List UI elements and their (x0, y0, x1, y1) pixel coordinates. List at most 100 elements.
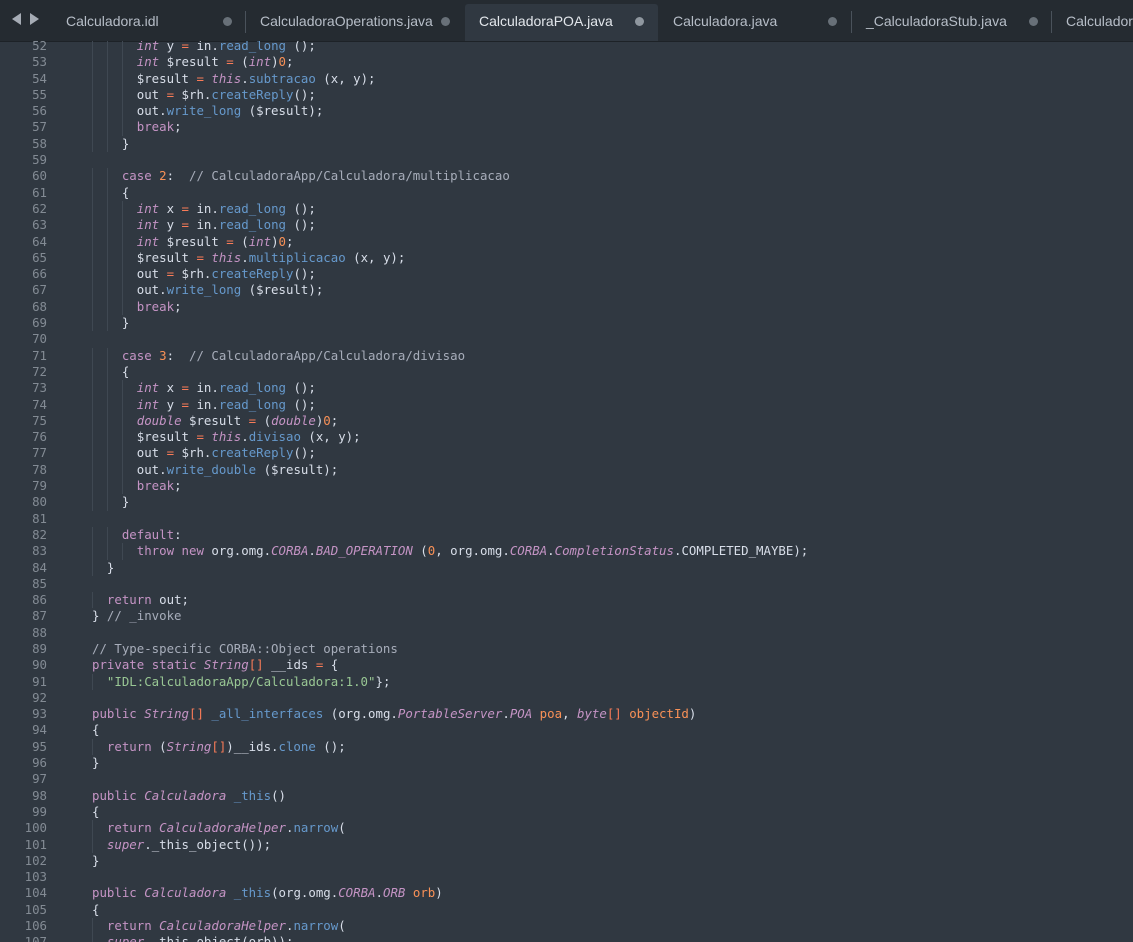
code-line[interactable]: 57 break; (0, 119, 1133, 136)
code-line[interactable]: 91 "IDL:CalculadoraApp/Calculadora:1.0"}… (0, 673, 1133, 690)
code-line[interactable]: 101 super._this_object()); (0, 836, 1133, 853)
line-number: 65 (32, 249, 47, 265)
code-line[interactable]: 88 (0, 625, 1133, 641)
code-line[interactable]: 56 out.write_long ($result); (0, 103, 1133, 120)
code-line[interactable]: 61 { (0, 184, 1133, 201)
tab-calculadora-java[interactable]: Calculadora.java (659, 4, 851, 41)
code-line[interactable]: 89 // Type-specific CORBA::Object operati… (0, 641, 1133, 657)
code-token: [] (211, 738, 227, 754)
code-line[interactable]: 83 throw new org.omg.CORBA.BAD_OPERATION… (0, 543, 1133, 560)
code-token: } (92, 315, 130, 331)
code-token: out (92, 445, 167, 461)
unsaved-dot-icon[interactable] (441, 17, 450, 26)
tab-calculadora-stub[interactable]: _CalculadoraStub.java (852, 4, 1050, 41)
line-content: break; (92, 478, 182, 494)
code-line[interactable]: 71 case 3: // CalculadoraApp/Calculadora… (0, 347, 1133, 364)
code-line[interactable]: 85 (0, 576, 1133, 592)
code-line[interactable]: 70 (0, 331, 1133, 347)
code-token: x (159, 200, 182, 216)
code-line[interactable]: 72 { (0, 363, 1133, 381)
code-line[interactable]: 52 int y = in.read_long (); (0, 41, 1133, 55)
back-arrow-icon[interactable] (12, 13, 21, 25)
code-line[interactable]: 103 (0, 869, 1133, 885)
code-token: y (159, 217, 182, 233)
code-line[interactable]: 74 int y = in.read_long (); (0, 396, 1133, 413)
code-token: , org.omg. (435, 543, 510, 559)
code-token: ._this_object()); (144, 836, 272, 852)
unsaved-dot-icon[interactable] (635, 17, 644, 26)
unsaved-dot-icon[interactable] (828, 17, 837, 26)
code-line[interactable]: 94 { (0, 722, 1133, 738)
code-line[interactable]: 67 out.write_long ($result); (0, 282, 1133, 299)
forward-arrow-icon[interactable] (30, 13, 39, 25)
code-line[interactable]: 105 { (0, 902, 1133, 918)
code-line[interactable]: 96} (0, 755, 1133, 771)
code-line[interactable]: 87} // _invoke (0, 608, 1133, 624)
code-line[interactable]: 75 double $result = (double)0; (0, 412, 1133, 430)
code-line[interactable]: 64 int $result = (int)0; (0, 233, 1133, 250)
code-token: read_long (218, 41, 286, 53)
code-line[interactable]: 54 $result = this.subtracao (x, y); (0, 70, 1133, 87)
code-token: in. (189, 200, 219, 216)
code-line[interactable]: 77 out = $rh.createReply(); (0, 445, 1133, 462)
code-line[interactable]: 66 out = $rh.createReply(); (0, 266, 1133, 283)
code-line[interactable]: 65 $result = this.multiplicacao (x, y); (0, 249, 1133, 267)
line-content: out = $rh.createReply(); (92, 266, 316, 282)
line-number: 86 (32, 592, 47, 608)
code-line[interactable]: 59 (0, 152, 1133, 168)
code-token: 2 (159, 168, 167, 184)
line-number: 63 (32, 217, 47, 233)
code-line[interactable]: 106 return CalculadoraHelper.narrow( (0, 918, 1133, 935)
code-line[interactable]: 92 (0, 690, 1133, 706)
code-line[interactable]: 62 int x = in.read_long (); (0, 200, 1133, 218)
line-content: public Calculadora _this() (92, 788, 286, 804)
code-token: } (92, 559, 115, 575)
line-content: $result = this.multiplicacao (x, y); (92, 250, 406, 266)
tab-calculadora-poa[interactable]: CalculadoraPOA.java (465, 4, 658, 41)
line-content: return out; (92, 592, 189, 608)
code-line[interactable]: 93 public String[] _all_interfaces (org.o… (0, 706, 1133, 722)
code-line[interactable]: 107 super._this_object(orb)); (0, 934, 1133, 942)
tab-calculadora-operations[interactable]: CalculadoraOperations.java (246, 4, 464, 41)
line-content: } // _invoke (92, 608, 182, 624)
code-line[interactable]: 81 (0, 511, 1133, 527)
code-line[interactable]: 53 int $result = (int)0; (0, 54, 1133, 71)
tab-calculadora-idl[interactable]: Calculadora.idl (52, 4, 244, 41)
code-line[interactable]: 79 break; (0, 478, 1133, 495)
code-line[interactable]: 68 break; (0, 298, 1133, 316)
code-line[interactable]: 102} (0, 853, 1133, 869)
code-token: "IDL:CalculadoraApp/Calculadora:1.0" (106, 673, 376, 689)
code-token: $result (159, 54, 227, 70)
code-line[interactable]: 84 } (0, 559, 1133, 576)
tab-calculadora-partial[interactable]: Calculadora (1052, 4, 1133, 41)
code-line[interactable]: 73 int x = in.read_long (); (0, 380, 1133, 397)
code-token: [] (189, 706, 204, 722)
code-line[interactable]: 98 public Calculadora _this() (0, 788, 1133, 804)
code-line[interactable]: 76 $result = this.divisao (x, y); (0, 429, 1133, 446)
code-line[interactable]: 97 (0, 771, 1133, 787)
unsaved-dot-icon[interactable] (1029, 17, 1038, 26)
line-content: } (92, 136, 129, 152)
code-line[interactable]: 55 out = $rh.createReply(); (0, 86, 1133, 104)
code-editor[interactable]: 52 int y = in.read_long (); 53 int $resul… (0, 41, 1133, 942)
line-number: 99 (32, 803, 47, 819)
line-number: 57 (32, 119, 47, 135)
code-line[interactable]: 69 } (0, 315, 1133, 332)
code-line[interactable]: 82 default: (0, 526, 1133, 544)
code-line[interactable]: 78 out.write_double ($result); (0, 461, 1133, 479)
code-line[interactable]: 80 } (0, 494, 1133, 511)
code-line[interactable]: 58 } (0, 135, 1133, 153)
code-line[interactable]: 86 return out; (0, 592, 1133, 609)
code-line[interactable]: 104 public Calculadora _this(org.omg.CORB… (0, 885, 1133, 901)
code-line[interactable]: 100 return CalculadoraHelper.narrow( (0, 820, 1133, 837)
code-line[interactable]: 90 private static String[] __ids = { (0, 657, 1133, 673)
code-line[interactable]: 95 return (String[])__ids.clone (); (0, 738, 1133, 756)
unsaved-dot-icon[interactable] (223, 17, 232, 26)
code-line[interactable]: 60 case 2: // CalculadoraApp/Calculadora… (0, 168, 1133, 185)
line-content: } (92, 494, 129, 510)
code-line[interactable]: 99 { (0, 804, 1133, 820)
code-line[interactable]: 63 int y = in.read_long (); (0, 217, 1133, 234)
code-token: subtracao (248, 70, 316, 86)
code-token: break (136, 478, 175, 494)
